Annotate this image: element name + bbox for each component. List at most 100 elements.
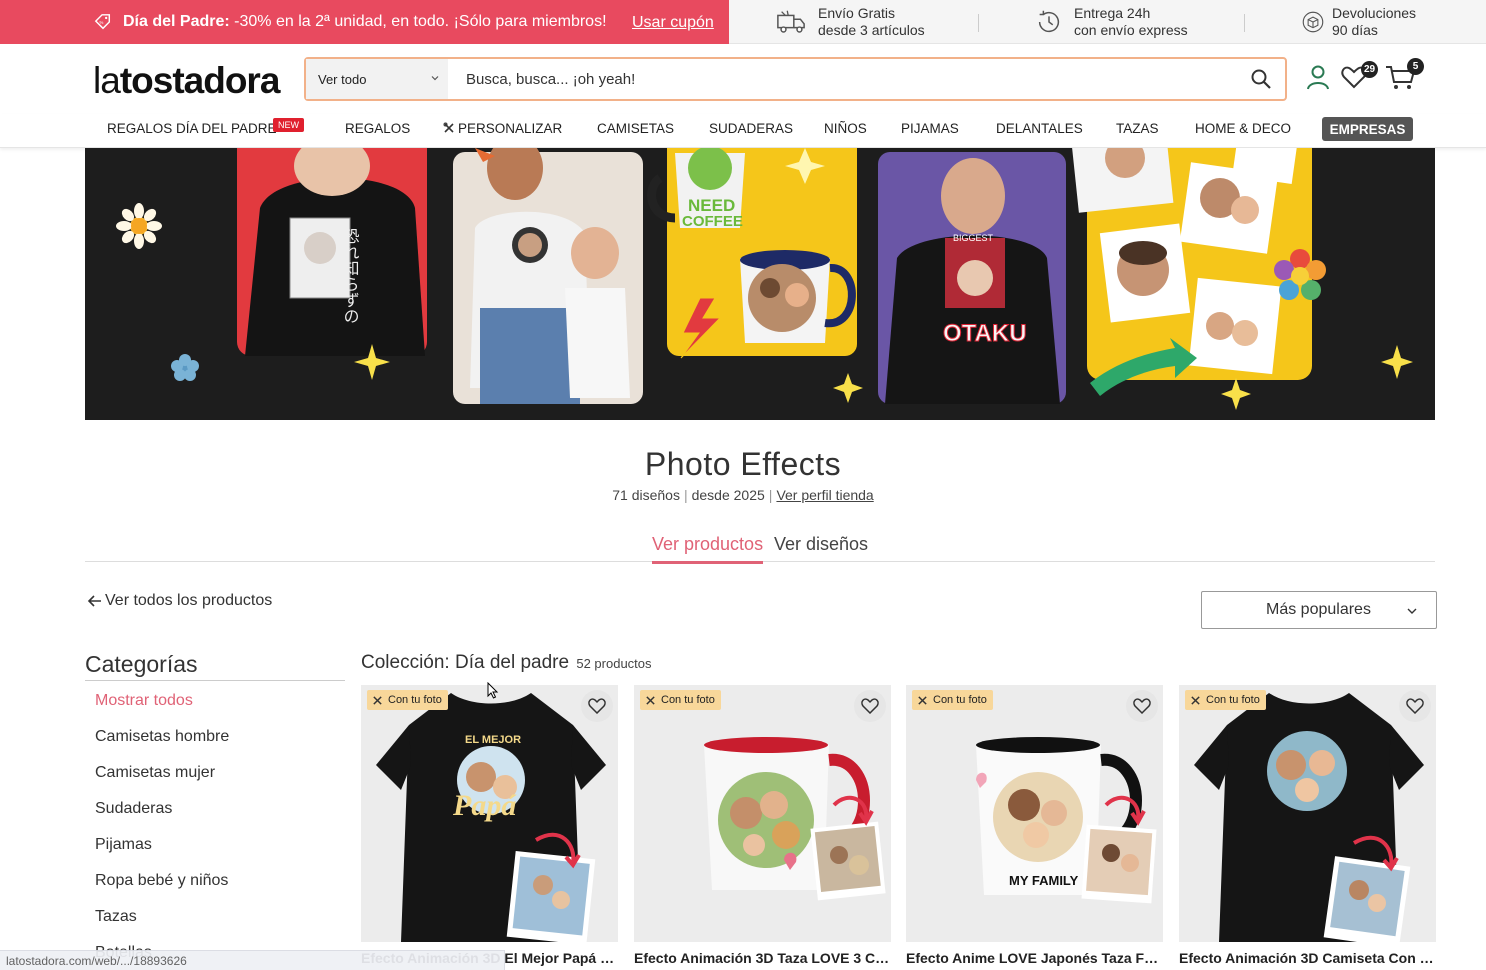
nav-item-customize[interactable]: PERSONALIZAR [443, 121, 562, 136]
sort-selected-label: Más populares [1266, 601, 1371, 618]
search-button[interactable] [1237, 59, 1285, 99]
promo-banner: % Día del Padre: -30% en la 2ª unidad, e… [0, 0, 729, 44]
search-category-select[interactable]: Ver todo [306, 59, 448, 99]
svg-text:COFFEE: COFFEE [682, 213, 743, 230]
nav-item-business[interactable]: EMPRESAS [1322, 117, 1413, 141]
browser-status-url: latostadora.com/web/.../18893626 [0, 950, 505, 970]
perk-title: Devoluciones [1332, 5, 1417, 21]
discount-tag-icon: % [94, 14, 111, 30]
product-name[interactable]: Efecto Animación 3D Camiseta Con F... [1179, 950, 1436, 966]
new-badge: NEW [273, 118, 304, 132]
category-item[interactable]: Mostrar todos [95, 692, 229, 728]
truck-icon [777, 10, 805, 33]
favorite-button[interactable] [581, 690, 613, 722]
perk-subtitle: desde 3 artículos [818, 22, 925, 38]
heart-icon [1406, 698, 1424, 714]
user-account-icon[interactable] [1304, 63, 1332, 91]
nav-item-kids[interactable]: NIÑOS [824, 121, 867, 136]
collection-title: Colección: Día del padre [361, 652, 570, 673]
search-input[interactable] [448, 59, 1237, 99]
favorite-button[interactable] [854, 690, 886, 722]
favorite-button[interactable] [1126, 690, 1158, 722]
back-to-all-products-link[interactable]: Ver todos los productos [87, 592, 272, 610]
category-item[interactable]: Camisetas mujer [95, 764, 229, 800]
store-meta: 71 diseños | desde 2025 | Ver perfil tienda [612, 487, 874, 503]
promo-text: Día del Padre: -30% en la 2ª unidad, en … [123, 13, 607, 30]
tab-designs[interactable]: Ver diseños [774, 534, 868, 561]
wishlist-count-badge: 29 [1361, 61, 1378, 78]
category-item[interactable]: Tazas [95, 908, 229, 944]
nav-item-sweatshirts[interactable]: SUDADERAS [709, 121, 793, 136]
with-photo-tag: Con tu foto [912, 690, 993, 710]
category-item[interactable]: Pijamas [95, 836, 229, 872]
arrow-left-icon [87, 595, 101, 607]
svg-text:EL MEJOR: EL MEJOR [465, 734, 521, 746]
nav-item-fathers-day-gifts[interactable]: REGALOS DÍA DEL PADRE [107, 121, 277, 136]
store-tabs: Ver productos Ver diseños [85, 532, 1435, 564]
tag-label: Con tu foto [661, 694, 715, 706]
collection-heading: Colección: Día del padre 52 productos [361, 652, 652, 674]
perk-title: Envío Gratis [818, 5, 896, 21]
tag-label: Con tu foto [933, 694, 987, 706]
clock-icon [1038, 10, 1060, 33]
product-card[interactable]: Con tu foto [1179, 685, 1436, 942]
product-card[interactable]: MY FAMILY Con tu foto [906, 685, 1163, 942]
category-item[interactable]: Sudaderas [95, 800, 229, 836]
tools-icon [443, 122, 454, 133]
store-since: desde 2025 [691, 487, 765, 503]
svg-text:Papá: Papá [452, 789, 517, 822]
svg-text:MY FAMILY: MY FAMILY [1009, 873, 1079, 888]
main-nav: REGALOS DÍA DEL PADRE NEW REGALOS PERSON… [0, 114, 1486, 148]
nav-item-tshirts[interactable]: CAMISETAS [597, 121, 674, 136]
perk-returns: Devoluciones 90 días [1300, 5, 1416, 39]
category-item[interactable]: Ropa bebé y niños [95, 872, 229, 908]
perk-title: Entrega 24h [1074, 5, 1151, 21]
store-title: Photo Effects [644, 446, 842, 482]
designs-count: 71 diseños [612, 487, 680, 503]
product-card[interactable]: Con tu foto [634, 685, 891, 942]
logo-part: tostadora [119, 60, 281, 101]
with-photo-tag: Con tu foto [1185, 690, 1266, 710]
back-link-label: Ver todos los productos [105, 592, 273, 609]
tag-label: Con tu foto [1206, 694, 1260, 706]
tools-icon [646, 695, 655, 705]
top-bar: % Día del Padre: -30% en la 2ª unidad, e… [0, 0, 1486, 44]
tools-icon [373, 695, 382, 705]
search-bar: Ver todo [304, 57, 1287, 101]
tab-products[interactable]: Ver productos [652, 534, 764, 564]
with-photo-tag: Con tu foto [367, 690, 448, 710]
product-image [1194, 693, 1424, 942]
logo-part: la [93, 60, 121, 101]
flower-icon [171, 354, 199, 381]
sort-select[interactable]: Más populares [1201, 591, 1437, 629]
nav-item-label: PERSONALIZAR [458, 121, 563, 136]
cart-count-badge: 5 [1407, 58, 1424, 75]
nav-item-pajamas[interactable]: PIJAMAS [901, 121, 959, 136]
banner-artwork: 恐れ知らずの NEED COFFEE BIGGEST OTAKU [116, 148, 1413, 410]
svg-text:OTAKU: OTAKU [943, 320, 1027, 347]
perk-subtitle: con envío express [1074, 22, 1188, 38]
store-banner-image: 恐れ知らずの NEED COFFEE BIGGEST OTAKU [85, 148, 1435, 420]
site-logo[interactable]: latostadora [93, 60, 281, 102]
heart-icon [588, 698, 606, 714]
nav-item-home-deco[interactable]: HOME & DECO [1195, 121, 1291, 136]
tools-icon [918, 695, 927, 705]
category-item[interactable]: Camisetas hombre [95, 728, 229, 764]
svg-text:%: % [99, 20, 103, 25]
with-photo-tag: Con tu foto [640, 690, 721, 710]
nav-item-mugs[interactable]: TAZAS [1116, 121, 1159, 136]
store-profile-link[interactable]: Ver perfil tienda [776, 487, 873, 503]
tools-icon [1191, 695, 1200, 705]
categories-title: Categorías [85, 651, 345, 681]
product-name[interactable]: Efecto Animación 3D Taza LOVE 3 Cor... [634, 950, 891, 966]
product-image: MY FAMILY [976, 737, 1157, 904]
favorite-button[interactable] [1399, 690, 1431, 722]
box-icon [1302, 11, 1324, 33]
divider [978, 14, 979, 32]
mouse-cursor-icon [487, 682, 499, 699]
nav-item-aprons[interactable]: DELANTALES [996, 121, 1083, 136]
product-card[interactable]: EL MEJOR Papá Con tu foto [361, 685, 618, 942]
nav-item-gifts[interactable]: REGALOS [345, 121, 410, 136]
use-coupon-link[interactable]: Usar cupón [632, 14, 714, 32]
product-name[interactable]: Efecto Anime LOVE Japonés Taza Fot... [906, 950, 1163, 966]
